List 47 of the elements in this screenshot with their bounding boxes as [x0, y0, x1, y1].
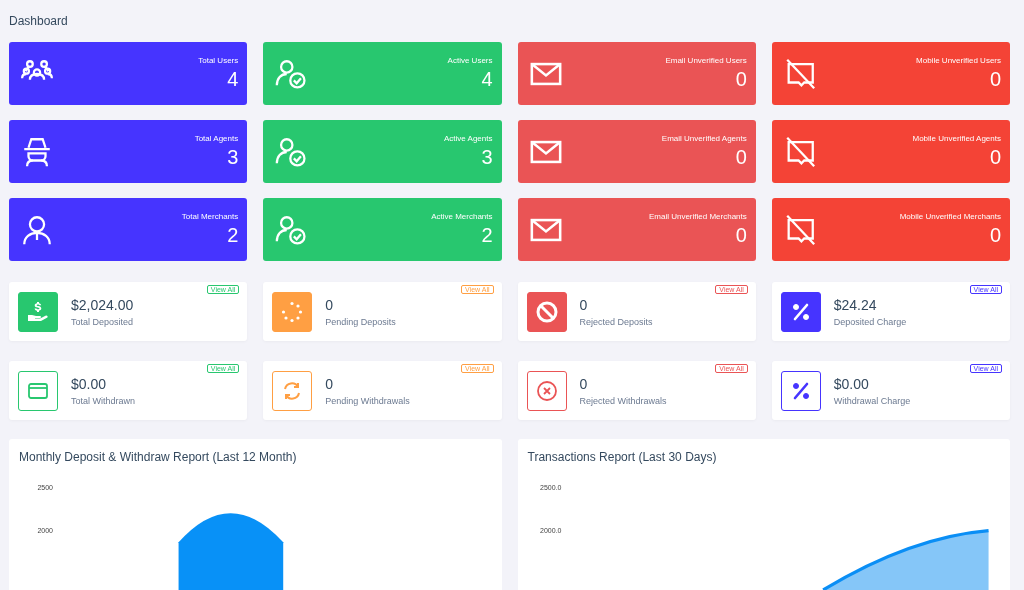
- stat-label: Total Users: [198, 56, 239, 65]
- widget-label: Rejected Deposits: [579, 316, 653, 327]
- widget-label: Total Withdrawn: [71, 395, 136, 406]
- widget-value: $24.24: [833, 296, 878, 313]
- stat-value: 0: [735, 146, 747, 169]
- x-circle-icon: [534, 378, 559, 403]
- stat-label: Mobile Unverified Merchants: [899, 212, 1001, 221]
- stat-value: 0: [989, 68, 1001, 91]
- stat-label: Email Unverified Merchants: [648, 212, 747, 221]
- stat-label: Active Users: [447, 56, 493, 65]
- widget-value: 0: [325, 296, 335, 313]
- chart-title: Monthly Deposit & Withdraw Report (Last 12 Month): [19, 450, 298, 464]
- stat-label: Email Unverified Agents: [661, 134, 747, 143]
- widget-value: 0: [325, 375, 335, 392]
- stat-value: 2: [481, 224, 493, 247]
- stat-label: Total Agents: [194, 134, 239, 143]
- stat-label: Total Merchants: [181, 212, 239, 221]
- widget-label: Pending Deposits: [325, 316, 396, 327]
- widget-value: 0: [579, 296, 589, 313]
- stat-value: 0: [989, 146, 1001, 169]
- widget-value: 0: [579, 375, 589, 392]
- chart-title: Transactions Report (Last 30 Days): [527, 450, 718, 464]
- stat-label: Mobile Unverified Users: [916, 56, 1001, 65]
- widget-label: Pending Withdrawals: [325, 395, 410, 406]
- stat-value: 0: [735, 224, 747, 247]
- widget-label: Deposited Charge: [833, 316, 907, 327]
- stat-label: Active Merchants: [431, 212, 493, 221]
- page-title: Dashboard: [9, 14, 69, 28]
- stat-label: Active Agents: [444, 134, 493, 143]
- widget-label: Withdrawal Charge: [833, 395, 911, 406]
- stat-label: Email Unverified Users: [665, 56, 747, 65]
- widget-value: $2,024.00: [71, 296, 134, 313]
- spinner-icon: [280, 299, 305, 324]
- ban-icon: [534, 299, 559, 324]
- stat-value: 4: [227, 68, 239, 91]
- widget-value: $0.00: [71, 375, 108, 392]
- stat-value: 0: [989, 224, 1001, 247]
- widget-label: Rejected Withdrawals: [579, 395, 667, 406]
- stat-value: 3: [227, 146, 239, 169]
- widget-value: $0.00: [833, 375, 870, 392]
- stat-label: Mobile Unverified Agents: [912, 134, 1001, 143]
- hand-dollar-icon: [26, 299, 50, 324]
- stat-value: 0: [735, 68, 747, 91]
- stat-value: 2: [227, 224, 239, 247]
- stat-value: 3: [481, 146, 493, 169]
- widget-label: Total Deposited: [71, 316, 134, 327]
- stat-value: 4: [481, 68, 493, 91]
